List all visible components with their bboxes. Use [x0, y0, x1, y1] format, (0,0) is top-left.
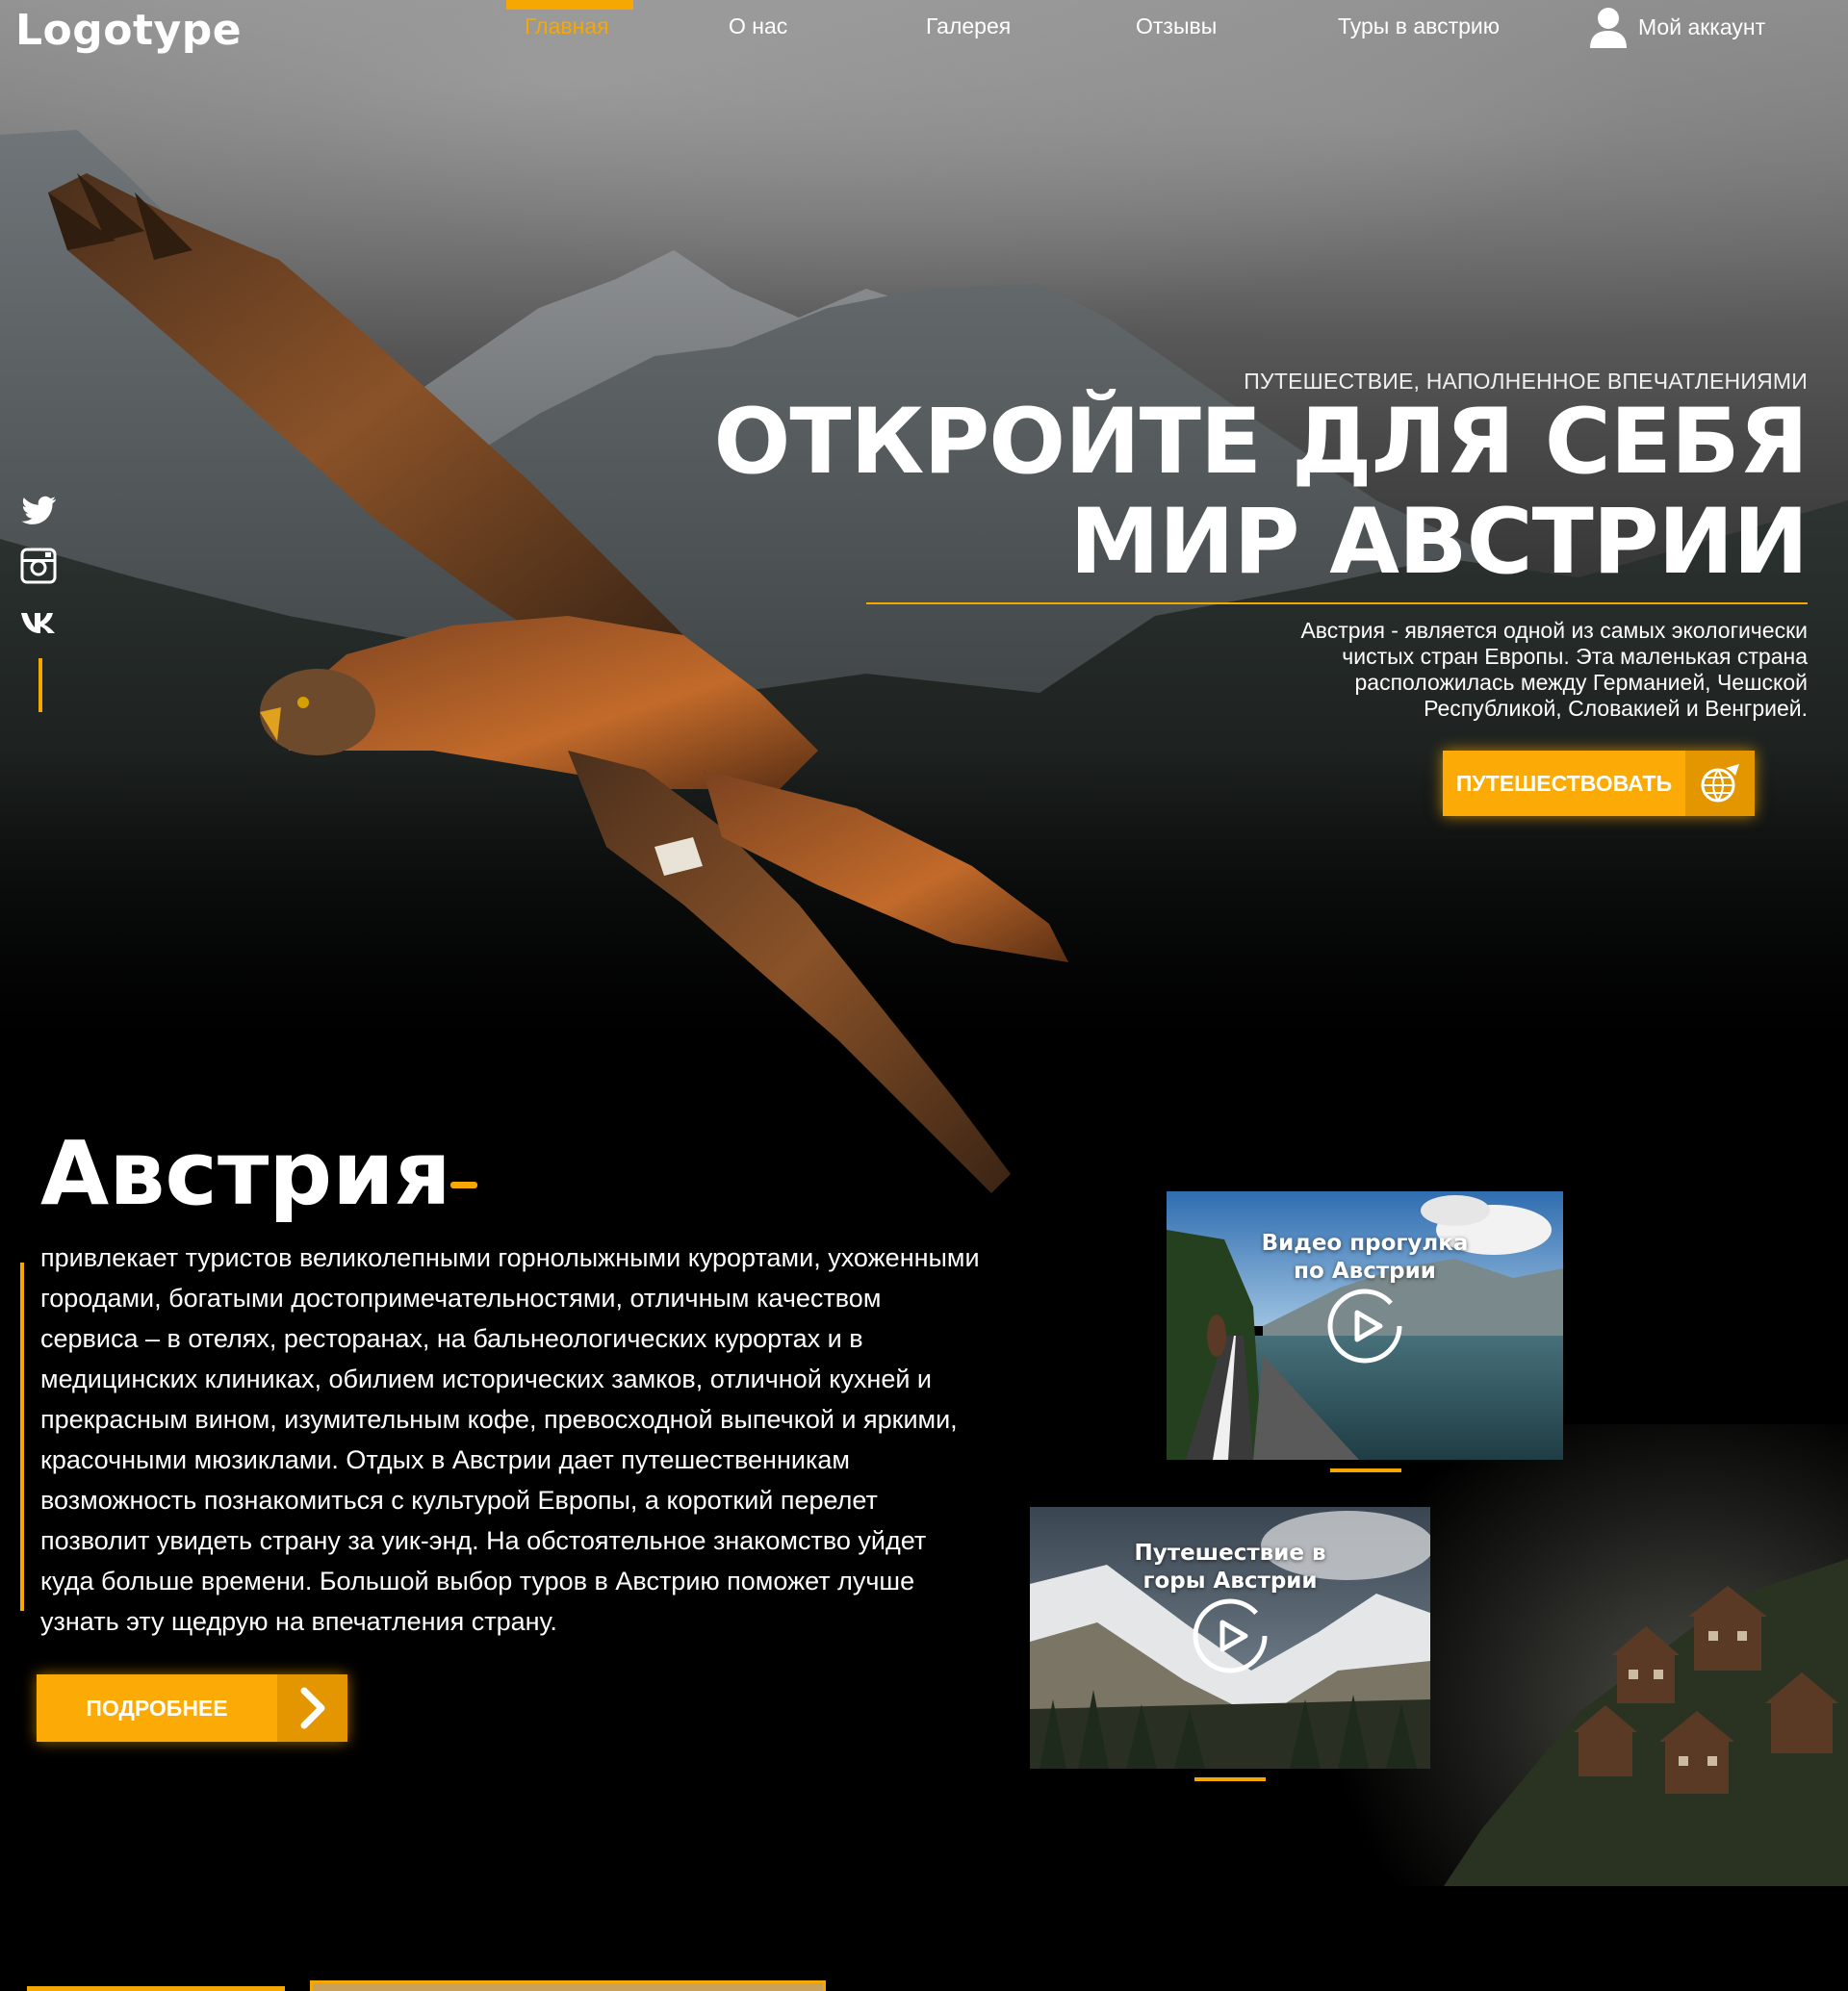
- globe-plane-icon: [1685, 751, 1755, 816]
- next-section-accent: [27, 1986, 285, 1991]
- account-label: Мой аккаунт: [1638, 13, 1766, 39]
- video-card-walk[interactable]: Видео прогулка по Австрии: [1167, 1191, 1563, 1460]
- nav-home[interactable]: Главная: [525, 13, 609, 39]
- account-link[interactable]: Мой аккаунт: [1588, 6, 1765, 48]
- video-walk-underline: [1330, 1468, 1401, 1472]
- video-walk-title: Видео прогулка по Австрии: [1167, 1230, 1563, 1286]
- travel-button[interactable]: ПУТЕШЕСТВОВАТЬ: [1443, 751, 1755, 816]
- hero-divider: [866, 602, 1808, 604]
- video-mountains-underline: [1194, 1777, 1266, 1781]
- more-button[interactable]: ПОДРОБНЕЕ: [37, 1674, 347, 1742]
- chevron-right-icon: [277, 1674, 347, 1742]
- social-accent-bar: [38, 658, 42, 712]
- video-walk-title-line2: по Австрии: [1294, 1259, 1436, 1284]
- instagram-icon[interactable]: [19, 547, 58, 585]
- twitter-icon[interactable]: [19, 491, 58, 529]
- play-icon[interactable]: [1324, 1286, 1405, 1366]
- hero-title-line1: ОТКРОЙТЕ ДЛЯ СЕБЯ: [713, 390, 1809, 495]
- more-button-label: ПОДРОБНЕЕ: [86, 1695, 228, 1721]
- video-mountains-title: Путешествие в горы Австрии: [1030, 1540, 1430, 1595]
- play-icon[interactable]: [1190, 1595, 1270, 1676]
- hero-title-line2: МИР АВСТРИИ: [1069, 490, 1809, 595]
- video-walk-title-line1: Видео прогулка: [1261, 1231, 1469, 1256]
- user-icon: [1590, 8, 1627, 48]
- vk-icon[interactable]: [19, 602, 58, 641]
- video-mountains-title-line1: Путешествие в: [1134, 1541, 1326, 1566]
- text-accent-bar: [20, 1263, 24, 1611]
- nav-about[interactable]: О нас: [729, 13, 787, 39]
- hero-description: Австрия - является одной из самых эколог…: [1300, 618, 1808, 721]
- travel-button-label: ПУТЕШЕСТВОВАТЬ: [1455, 770, 1673, 796]
- video-mountains-title-line2: горы Австрии: [1142, 1569, 1318, 1594]
- section-text: привлекает туристов великолепными горнол…: [40, 1243, 980, 1636]
- main-nav: Главная О нас Галерея Отзывы Туры в авст…: [0, 0, 1848, 58]
- nav-tours[interactable]: Туры в австрию: [1338, 13, 1500, 39]
- nav-reviews[interactable]: Отзывы: [1136, 13, 1217, 39]
- section-title: Австрия: [40, 1122, 451, 1225]
- title-dash: [450, 1182, 477, 1188]
- hero-title: ОТКРОЙТЕ ДЛЯ СЕБЯ МИР АВСТРИИ: [713, 390, 1809, 595]
- video-card-mountains[interactable]: Путешествие в горы Австрии: [1030, 1507, 1430, 1769]
- active-nav-indicator: [506, 0, 633, 10]
- next-section-image-edge: [310, 1980, 826, 1991]
- nav-gallery[interactable]: Галерея: [926, 13, 1011, 39]
- social-links: [19, 491, 60, 712]
